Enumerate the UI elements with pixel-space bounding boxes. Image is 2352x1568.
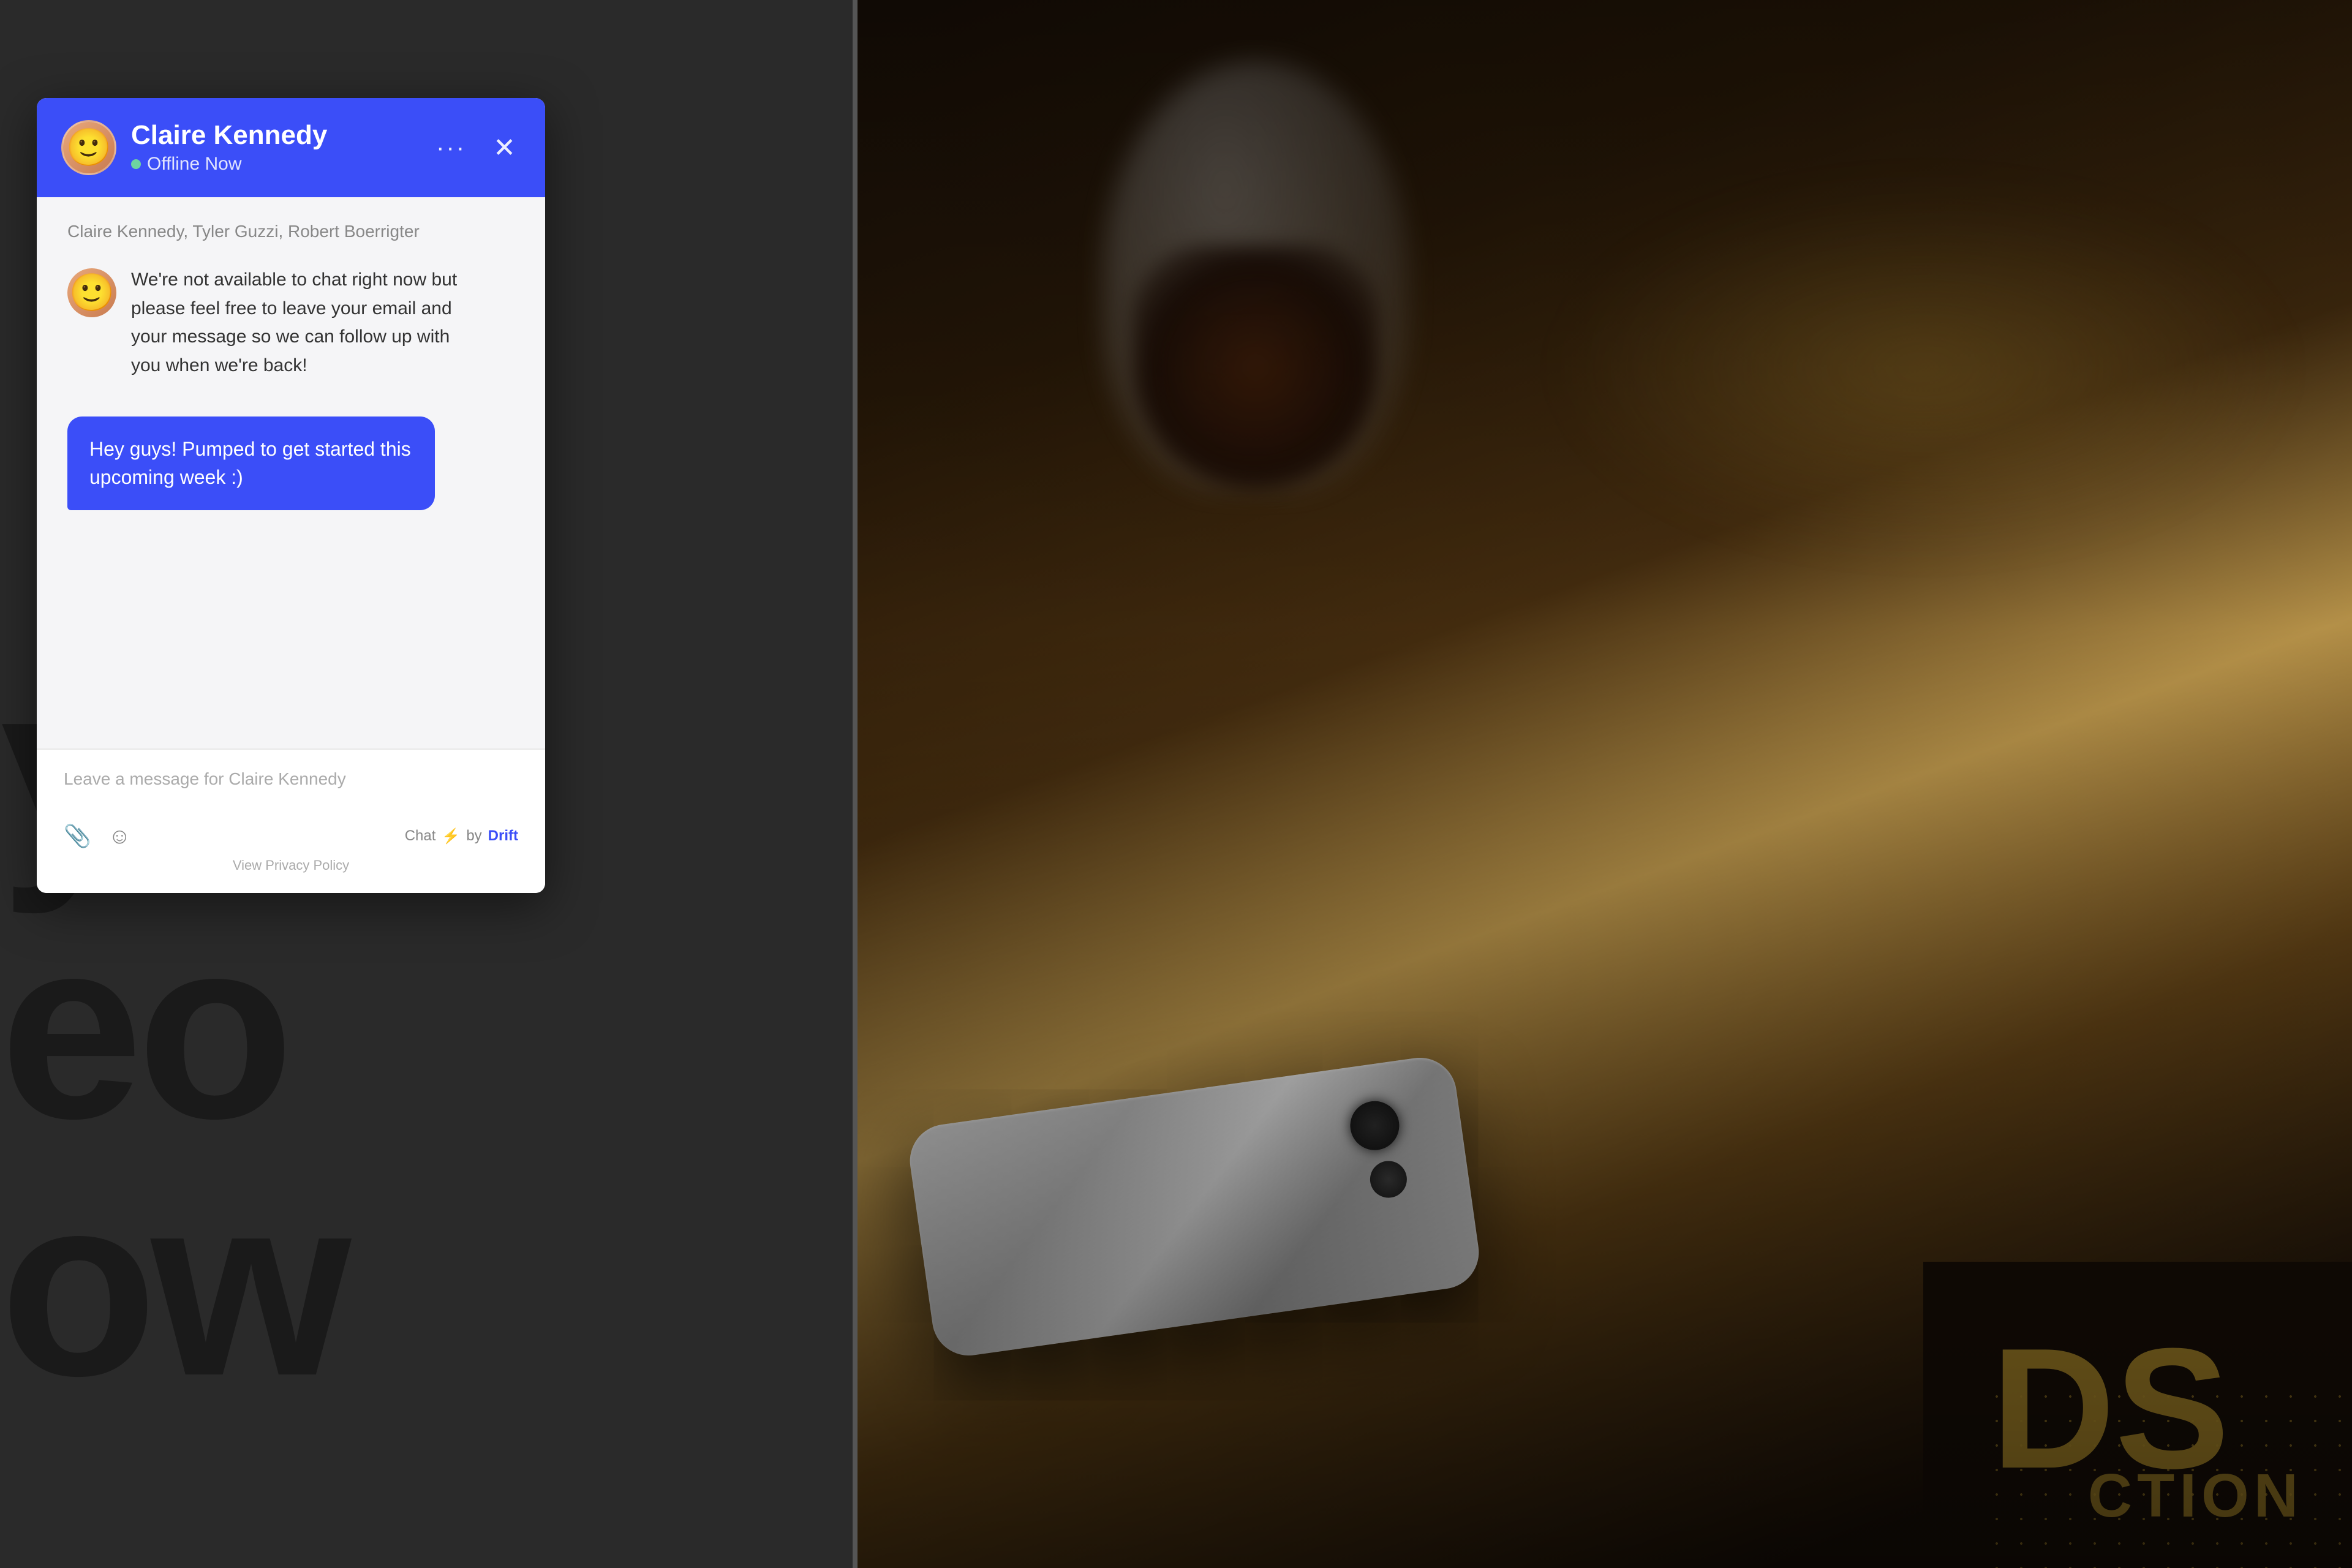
dark-liquid bbox=[1133, 245, 1378, 490]
chat-header: 🙂 Claire Kennedy Offline Now ··· ✕ bbox=[37, 98, 545, 197]
contact-name: Claire Kennedy bbox=[131, 121, 417, 150]
user-message-row: Hey guys! Pumped to get started this upc… bbox=[67, 417, 514, 510]
chat-widget: 🙂 Claire Kennedy Offline Now ··· ✕ Clair… bbox=[37, 98, 545, 893]
user-message-text: Hey guys! Pumped to get started this upc… bbox=[89, 438, 411, 488]
header-info: Claire Kennedy Offline Now bbox=[131, 121, 417, 175]
phone-device bbox=[905, 1053, 1483, 1360]
book-letters-ction: CTION bbox=[2088, 1461, 2303, 1531]
status-row: Offline Now bbox=[131, 154, 417, 175]
bot-message-text: We're not available to chat right now bu… bbox=[131, 266, 468, 380]
attachment-icon[interactable]: 📎 bbox=[64, 823, 91, 849]
branding: Chat ⚡ by Drift bbox=[405, 827, 518, 845]
status-label: Offline Now bbox=[147, 154, 242, 175]
more-options-button[interactable]: ··· bbox=[431, 129, 471, 167]
chat-label: Chat bbox=[405, 827, 436, 845]
header-actions: ··· ✕ bbox=[431, 127, 521, 168]
input-placeholder: Leave a message for Claire Kennedy bbox=[64, 769, 346, 788]
ambient-light bbox=[1556, 184, 2291, 551]
phone-camera-lens-2 bbox=[1368, 1159, 1409, 1200]
bot-avatar-emoji: 🙂 bbox=[69, 274, 115, 311]
chat-footer[interactable]: Leave a message for Claire Kennedy 📎 ☺ C… bbox=[37, 748, 545, 893]
status-indicator bbox=[131, 159, 141, 169]
bot-message-row: 🙂 We're not available to chat right now … bbox=[67, 266, 514, 380]
privacy-policy-link[interactable]: View Privacy Policy bbox=[64, 858, 518, 873]
avatar: 🙂 bbox=[61, 120, 116, 175]
by-label: by bbox=[466, 827, 481, 845]
message-input[interactable]: Leave a message for Claire Kennedy bbox=[64, 769, 518, 806]
tablet-screen: yo eo ow 🙂 Claire Kennedy Offline Now ··… bbox=[0, 0, 858, 1568]
participants-list: Claire Kennedy, Tyler Guzzi, Robert Boer… bbox=[67, 222, 514, 241]
chat-body: Claire Kennedy, Tyler Guzzi, Robert Boer… bbox=[37, 197, 545, 748]
bot-avatar: 🙂 bbox=[67, 268, 116, 317]
photo-background: DS CTION bbox=[858, 0, 2352, 1568]
drift-label: Drift bbox=[488, 827, 518, 845]
avatar-emoji: 🙂 bbox=[66, 129, 112, 166]
phone-camera-lens bbox=[1347, 1098, 1402, 1153]
emoji-icon[interactable]: ☺ bbox=[108, 823, 131, 849]
lightning-icon: ⚡ bbox=[442, 827, 460, 845]
close-button[interactable]: ✕ bbox=[488, 127, 521, 168]
user-message-bubble: Hey guys! Pumped to get started this upc… bbox=[67, 417, 435, 510]
book-cover: DS CTION bbox=[1923, 1262, 2352, 1568]
footer-bottom: 📎 ☺ Chat ⚡ by Drift bbox=[64, 823, 518, 849]
footer-icons: 📎 ☺ bbox=[64, 823, 131, 849]
